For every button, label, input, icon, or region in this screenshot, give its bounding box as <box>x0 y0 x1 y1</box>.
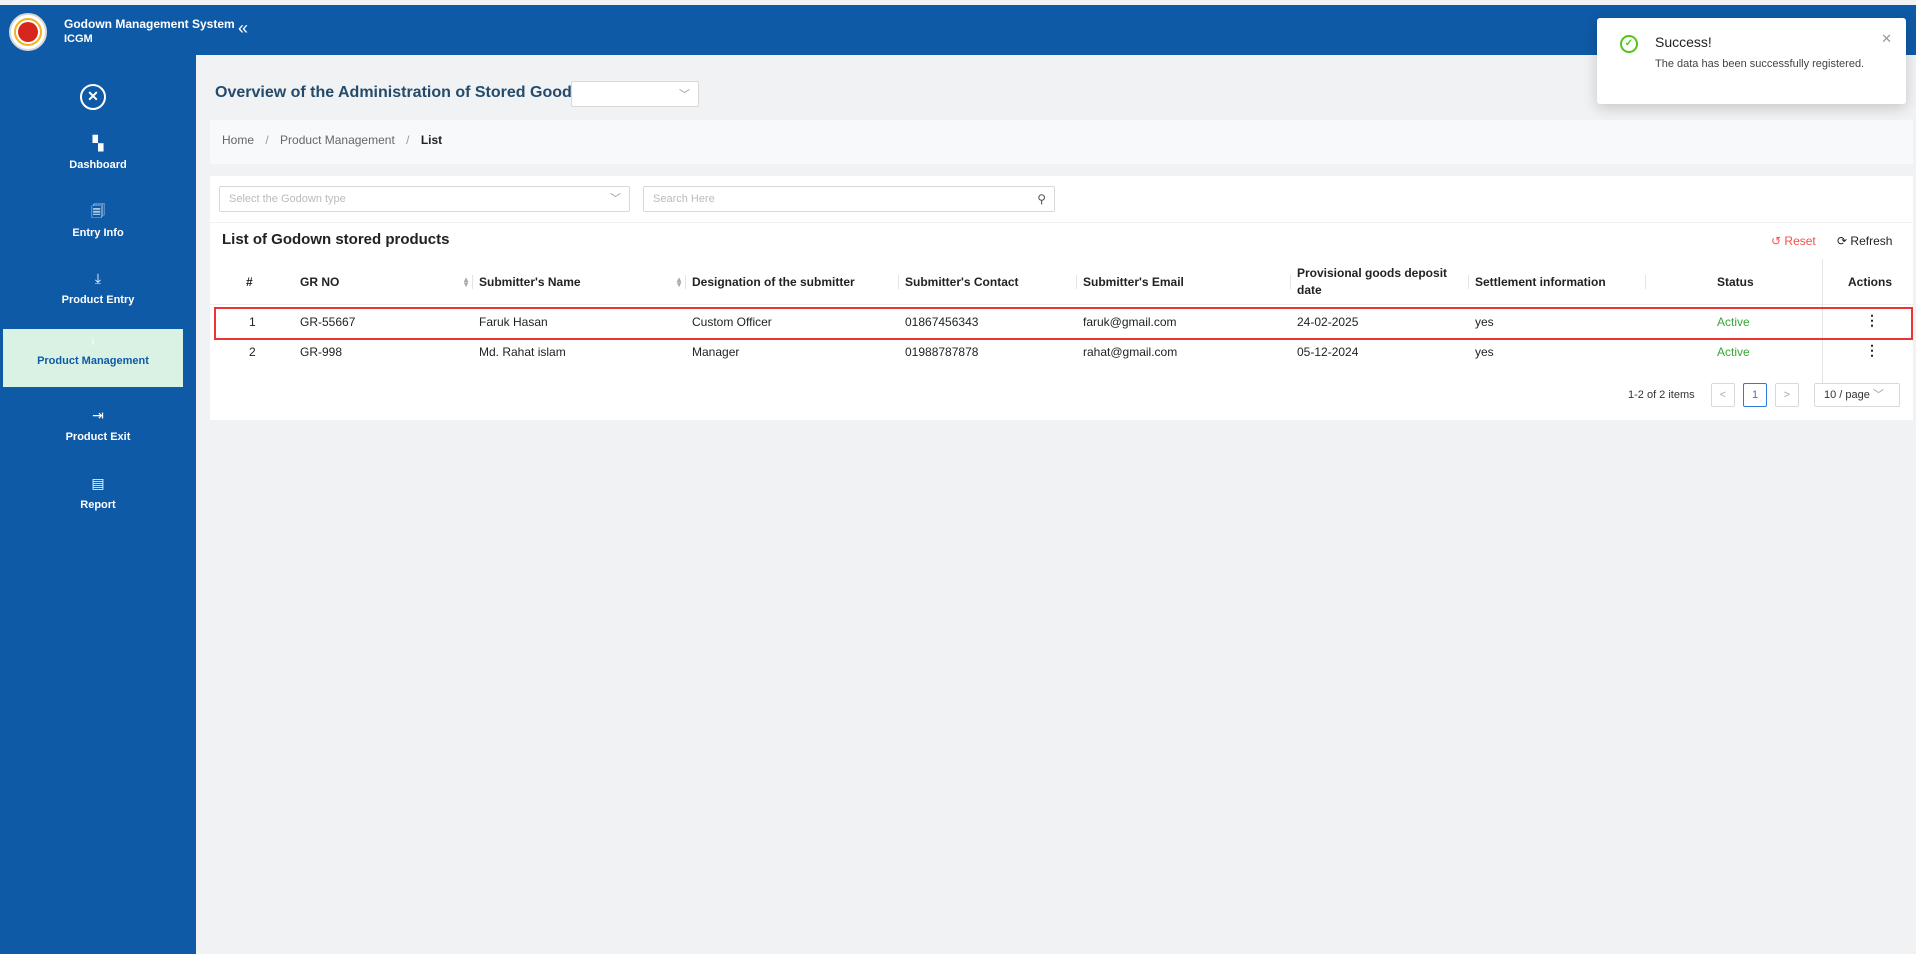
reset-icon: ↺ <box>1771 234 1782 248</box>
sidebar-item-label: Entry Info <box>72 227 124 239</box>
column-header-gr-no[interactable]: GR NO ▲ ▼ <box>300 259 476 305</box>
breadcrumb-separator: / <box>406 133 410 147</box>
sidebar-item-label: Report <box>80 499 116 511</box>
filter-bar: Select the Godown type ﹀ Search Here ⚲ <box>210 176 1913 222</box>
chevron-down-icon: ﹀ <box>610 193 621 205</box>
breadcrumb-product-management[interactable]: Product Management <box>280 133 395 147</box>
sidebar-item-label: Product Exit <box>65 431 131 443</box>
column-header-status: Status <box>1717 275 1754 289</box>
status-badge: Active <box>1717 345 1750 359</box>
pagination-page-button[interactable]: 1 <box>1743 383 1767 407</box>
success-check-icon: ✓ <box>1620 35 1638 53</box>
sort-icon[interactable]: ▲ ▼ <box>675 276 683 289</box>
godown-type-select[interactable]: Select the Godown type ﹀ <box>219 186 630 212</box>
column-header-label: GR NO <box>300 275 340 289</box>
app-title: Godown Management System <box>64 17 235 31</box>
cell-contact: 01988787878 <box>905 345 979 359</box>
column-header-email: Submitter's Email <box>1083 275 1184 289</box>
page-title: Overview of the Administration of Stored… <box>215 84 581 101</box>
column-header-number: # <box>246 275 253 289</box>
page-size-select[interactable]: 10 / page ﹀ <box>1814 383 1900 407</box>
pagination-next-button[interactable]: > <box>1775 383 1799 407</box>
chevron-down-icon: ﹀ <box>1872 389 1884 401</box>
exit-icon: ⇥ <box>92 407 104 423</box>
column-divider <box>685 275 686 289</box>
column-divider <box>472 275 473 289</box>
godown-type-placeholder: Select the Godown type <box>229 193 346 205</box>
cell-settlement: yes <box>1475 345 1494 359</box>
sidebar-item-entry-info[interactable]: 🗐 Entry Info <box>0 201 196 239</box>
toast-message: The data has been successfully registere… <box>1655 58 1865 70</box>
document-icon: 🗐 <box>91 203 105 219</box>
success-notification: ✓ Success! The data has been successfull… <box>1597 18 1906 104</box>
collapse-sidebar-icon[interactable]: « <box>238 18 248 39</box>
column-header-settlement: Settlement information <box>1475 275 1606 289</box>
sidebar-item-product-entry[interactable]: ⤓ Product Entry <box>0 268 196 306</box>
sort-icon[interactable]: ▲ ▼ <box>462 276 470 289</box>
pagination-prev-button[interactable]: < <box>1711 383 1735 407</box>
breadcrumb-home[interactable]: Home <box>222 133 254 147</box>
dashboard-icon: ▚ <box>92 135 104 151</box>
sidebar-item-label: Dashboard <box>69 159 127 171</box>
info-icon: i <box>91 337 95 348</box>
refresh-button[interactable]: ⟳ Refresh <box>1837 234 1892 248</box>
cell-deposit-date: 05-12-2024 <box>1297 345 1359 359</box>
sidebar: ✕ ▚ Dashboard 🗐 Entry Info ⤓ Product Ent… <box>0 55 196 954</box>
search-input[interactable]: Search Here ⚲ <box>643 186 1055 212</box>
refresh-icon: ⟳ <box>1837 234 1848 248</box>
table-header: # GR NO ▲ ▼ Submitter's Name ▲ ▼ Designation… <box>210 259 1913 305</box>
search-placeholder: Search Here <box>653 193 715 205</box>
table-row[interactable]: 2 GR-998 Md. Rahat islam Manager 0198878… <box>210 337 1913 367</box>
sidebar-item-product-exit[interactable]: ⇥ Product Exit <box>0 405 196 443</box>
title-select-dropdown[interactable]: ﹀ <box>571 81 699 107</box>
pagination-total: 1-2 of 2 items <box>1628 389 1695 401</box>
selected-row-highlight <box>214 307 1913 340</box>
column-header-contact: Submitter's Contact <box>905 275 1019 289</box>
cell-gr-no: GR-998 <box>300 345 343 359</box>
page-size-value: 10 / page <box>1824 389 1870 401</box>
column-header-deposit-date: Provisional goods deposit date <box>1297 266 1448 297</box>
column-header-submitter-name[interactable]: Submitter's Name ▲ ▼ <box>479 259 689 305</box>
breadcrumb-separator: / <box>265 133 269 147</box>
sidebar-item-label: Product Entry <box>61 294 135 306</box>
cell-designation: Manager <box>692 345 740 359</box>
sidebar-item-label: Product Management <box>37 355 149 367</box>
cell-email: rahat@gmail.com <box>1083 345 1178 359</box>
column-divider <box>1076 275 1077 289</box>
column-divider <box>1645 275 1646 289</box>
app-subtitle: ICGM <box>64 33 93 45</box>
government-logo <box>9 13 47 51</box>
column-divider <box>1290 275 1291 289</box>
refresh-label: Refresh <box>1850 234 1893 248</box>
download-icon: ⤓ <box>94 270 102 286</box>
chevron-down-icon: ﹀ <box>679 89 690 101</box>
cell-submitter-name: Md. Rahat islam <box>479 345 566 359</box>
reset-button[interactable]: ↺ Reset <box>1771 234 1816 248</box>
report-icon: ▤ <box>91 475 105 491</box>
column-header-designation: Designation of the submitter <box>692 275 855 289</box>
column-header-label: Submitter's Name <box>479 275 581 289</box>
breadcrumb: Home / Product Management / List <box>210 120 1913 164</box>
sidebar-item-dashboard[interactable]: ▚ Dashboard <box>0 133 196 171</box>
reset-label: Reset <box>1784 234 1816 248</box>
column-divider <box>1468 275 1469 289</box>
cell-number: 2 <box>249 345 256 359</box>
column-divider <box>898 275 899 289</box>
sidebar-item-product-management[interactable]: i Product Management <box>3 329 183 387</box>
sidebar-item-report[interactable]: ▤ Report <box>0 473 196 511</box>
list-title: List of Godown stored products <box>222 231 450 248</box>
toast-title: Success! <box>1655 34 1712 50</box>
breadcrumb-current: List <box>420 133 443 147</box>
close-sidebar-icon[interactable]: ✕ <box>80 84 106 110</box>
search-icon[interactable]: ⚲ <box>1037 187 1046 211</box>
close-icon[interactable]: ✕ <box>1881 31 1892 47</box>
